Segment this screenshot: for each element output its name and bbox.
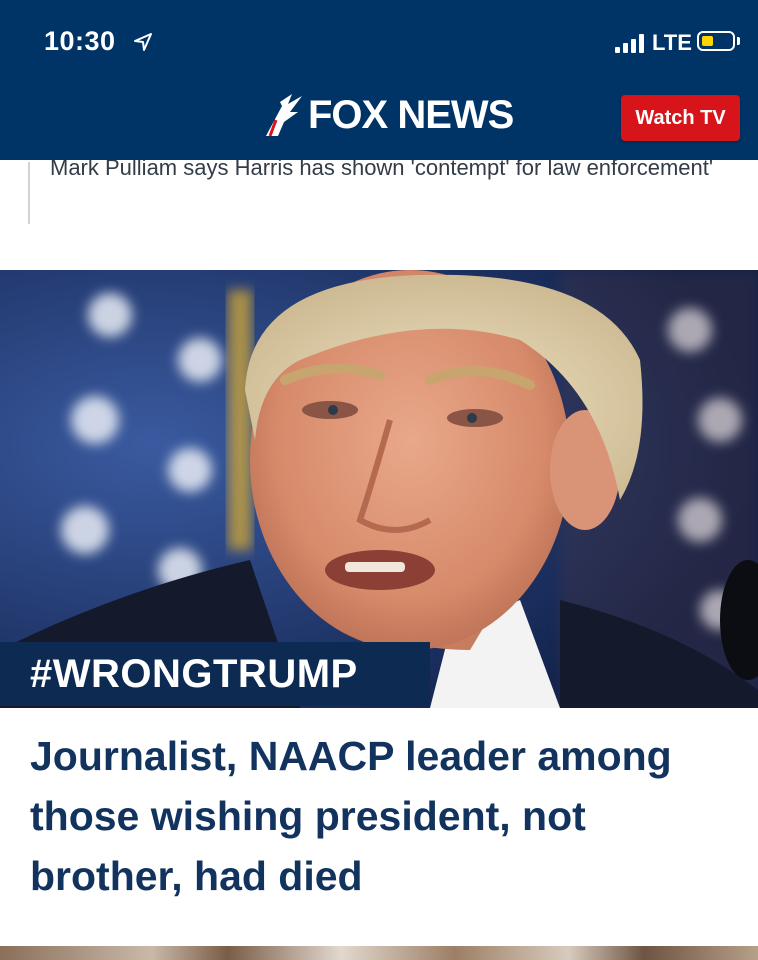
previous-article[interactable]: Mark Pulliam says Harris has shown 'cont… — [0, 160, 758, 250]
watch-tv-button[interactable]: Watch TV — [621, 95, 740, 141]
fox-logo-mark-icon — [266, 94, 302, 137]
logo-text: FOX NEWS — [308, 92, 514, 137]
quote-rule — [28, 162, 30, 224]
signal-icon — [615, 33, 647, 53]
battery-icon — [697, 31, 735, 51]
next-article-image-edge[interactable] — [0, 946, 758, 960]
app-header: 10:30 LTE FOX NEWS Watch TV — [0, 0, 758, 160]
article-headline[interactable]: Journalist, NAACP leader among those wis… — [30, 726, 740, 906]
network-type: LTE — [652, 30, 692, 55]
battery-tip — [737, 37, 740, 45]
previous-article-snippet: Mark Pulliam says Harris has shown 'cont… — [50, 160, 714, 180]
status-time: 10:30 — [44, 26, 116, 56]
fox-news-logo[interactable]: FOX NEWS — [262, 90, 514, 140]
hashtag-label[interactable]: #WRONGTRUMP — [0, 642, 430, 706]
location-arrow-icon — [134, 33, 152, 51]
